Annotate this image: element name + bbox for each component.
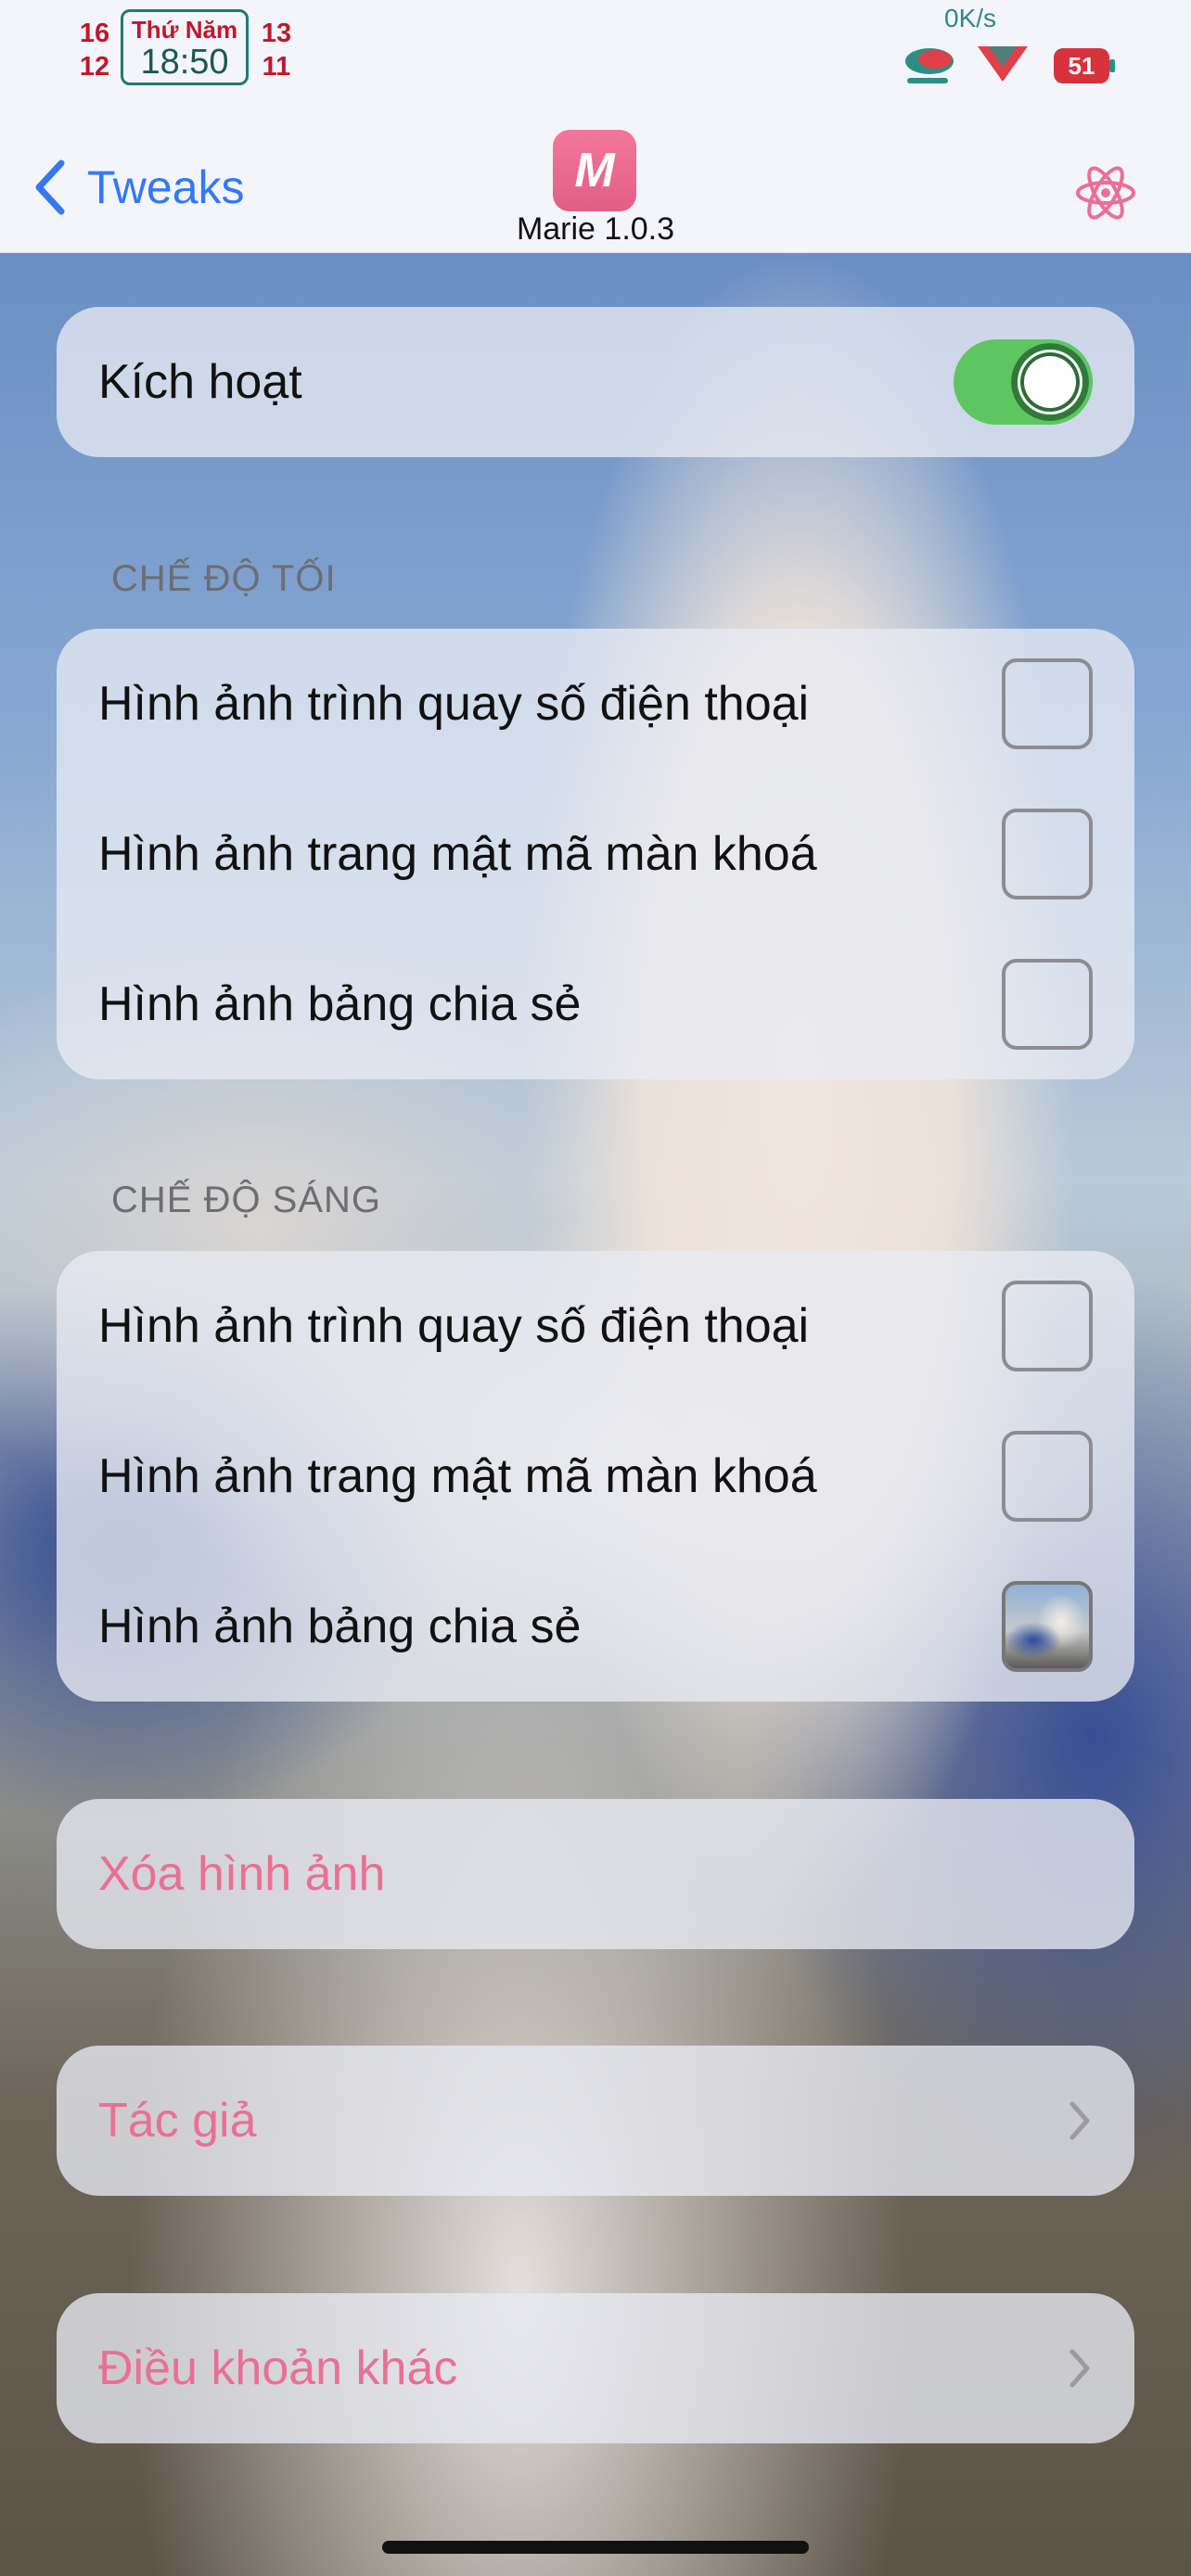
list-item[interactable]: Hình ảnh trang mật mã màn khoá [98,779,1093,929]
enable-card: Kích hoạt [57,307,1134,457]
dark-mode-card: Hình ảnh trình quay số điện thoại Hình ả… [57,629,1134,1079]
time-label: 18:50 [140,43,229,82]
network-speed: 0K/s [944,4,997,32]
light-mode-card: Hình ảnh trình quay số điện thoại Hình ả… [57,1251,1134,1702]
terms-row[interactable]: Điều khoản khác [57,2293,1134,2443]
clock-widget: Thứ Năm 18:50 [121,9,249,85]
list-item[interactable]: Hình ảnh bảng chia sẻ [98,929,1093,1079]
light-dialer-label: Hình ảnh trình quay số điện thoại [98,1299,810,1353]
author-label: Tác giả [98,2094,257,2148]
dark-share-label: Hình ảnh bảng chia sẻ [98,977,582,1031]
weekday-label: Thứ Năm [131,16,238,44]
calendar-right: 13 11 [261,19,292,82]
list-item[interactable]: Hình ảnh trang mật mã màn khoá [98,1401,1093,1551]
back-button[interactable]: Tweaks [32,158,245,217]
list-item[interactable]: Hình ảnh trình quay số điện thoại [98,1251,1093,1401]
light-dialer-image-picker[interactable] [1002,1281,1093,1371]
list-item[interactable]: Hình ảnh trình quay số điện thoại [98,629,1093,779]
dark-mode-header: CHẾ ĐỘ TỐI [111,558,337,599]
status-bar: 16 12 Thứ Năm 18:50 13 11 0K/s 51 [0,0,1191,130]
light-passcode-label: Hình ảnh trang mật mã màn khoá [98,1449,817,1503]
delete-images-button[interactable]: Xóa hình ảnh [57,1799,1134,1949]
toggle-knob [1011,343,1089,421]
home-indicator[interactable] [382,2541,809,2554]
wifi-icon [978,46,1028,82]
light-share-image-thumbnail[interactable] [1002,1581,1093,1672]
app-logo: M [553,130,636,211]
dark-passcode-label: Hình ảnh trang mật mã màn khoá [98,827,817,881]
dark-dialer-label: Hình ảnh trình quay số điện thoại [98,677,810,731]
cellular-icon [905,48,954,83]
atom-icon[interactable] [1074,161,1137,224]
terms-label: Điều khoản khác [98,2341,458,2395]
enable-label: Kích hoạt [98,355,302,409]
light-passcode-image-picker[interactable] [1002,1431,1093,1522]
enable-row: Kích hoạt [98,307,1093,457]
calendar-left: 16 12 [79,19,110,82]
delete-images-label: Xóa hình ảnh [98,1847,386,1901]
back-label: Tweaks [87,161,245,213]
light-share-label: Hình ảnh bảng chia sẻ [98,1600,582,1653]
author-row[interactable]: Tác giả [57,2046,1134,2196]
chevron-left-icon [35,159,65,215]
chevron-right-icon [1069,2349,1090,2388]
list-item[interactable]: Hình ảnh bảng chia sẻ [98,1551,1093,1702]
light-mode-header: CHẾ ĐỘ SÁNG [111,1180,382,1220]
dark-share-image-picker[interactable] [1002,959,1093,1050]
dark-passcode-image-picker[interactable] [1002,809,1093,899]
enable-toggle[interactable] [954,339,1093,425]
battery-level: 51 [1068,52,1095,80]
chevron-right-icon [1069,2101,1090,2140]
dark-dialer-image-picker[interactable] [1002,658,1093,749]
app-title: Marie 1.0.3 [516,211,675,247]
